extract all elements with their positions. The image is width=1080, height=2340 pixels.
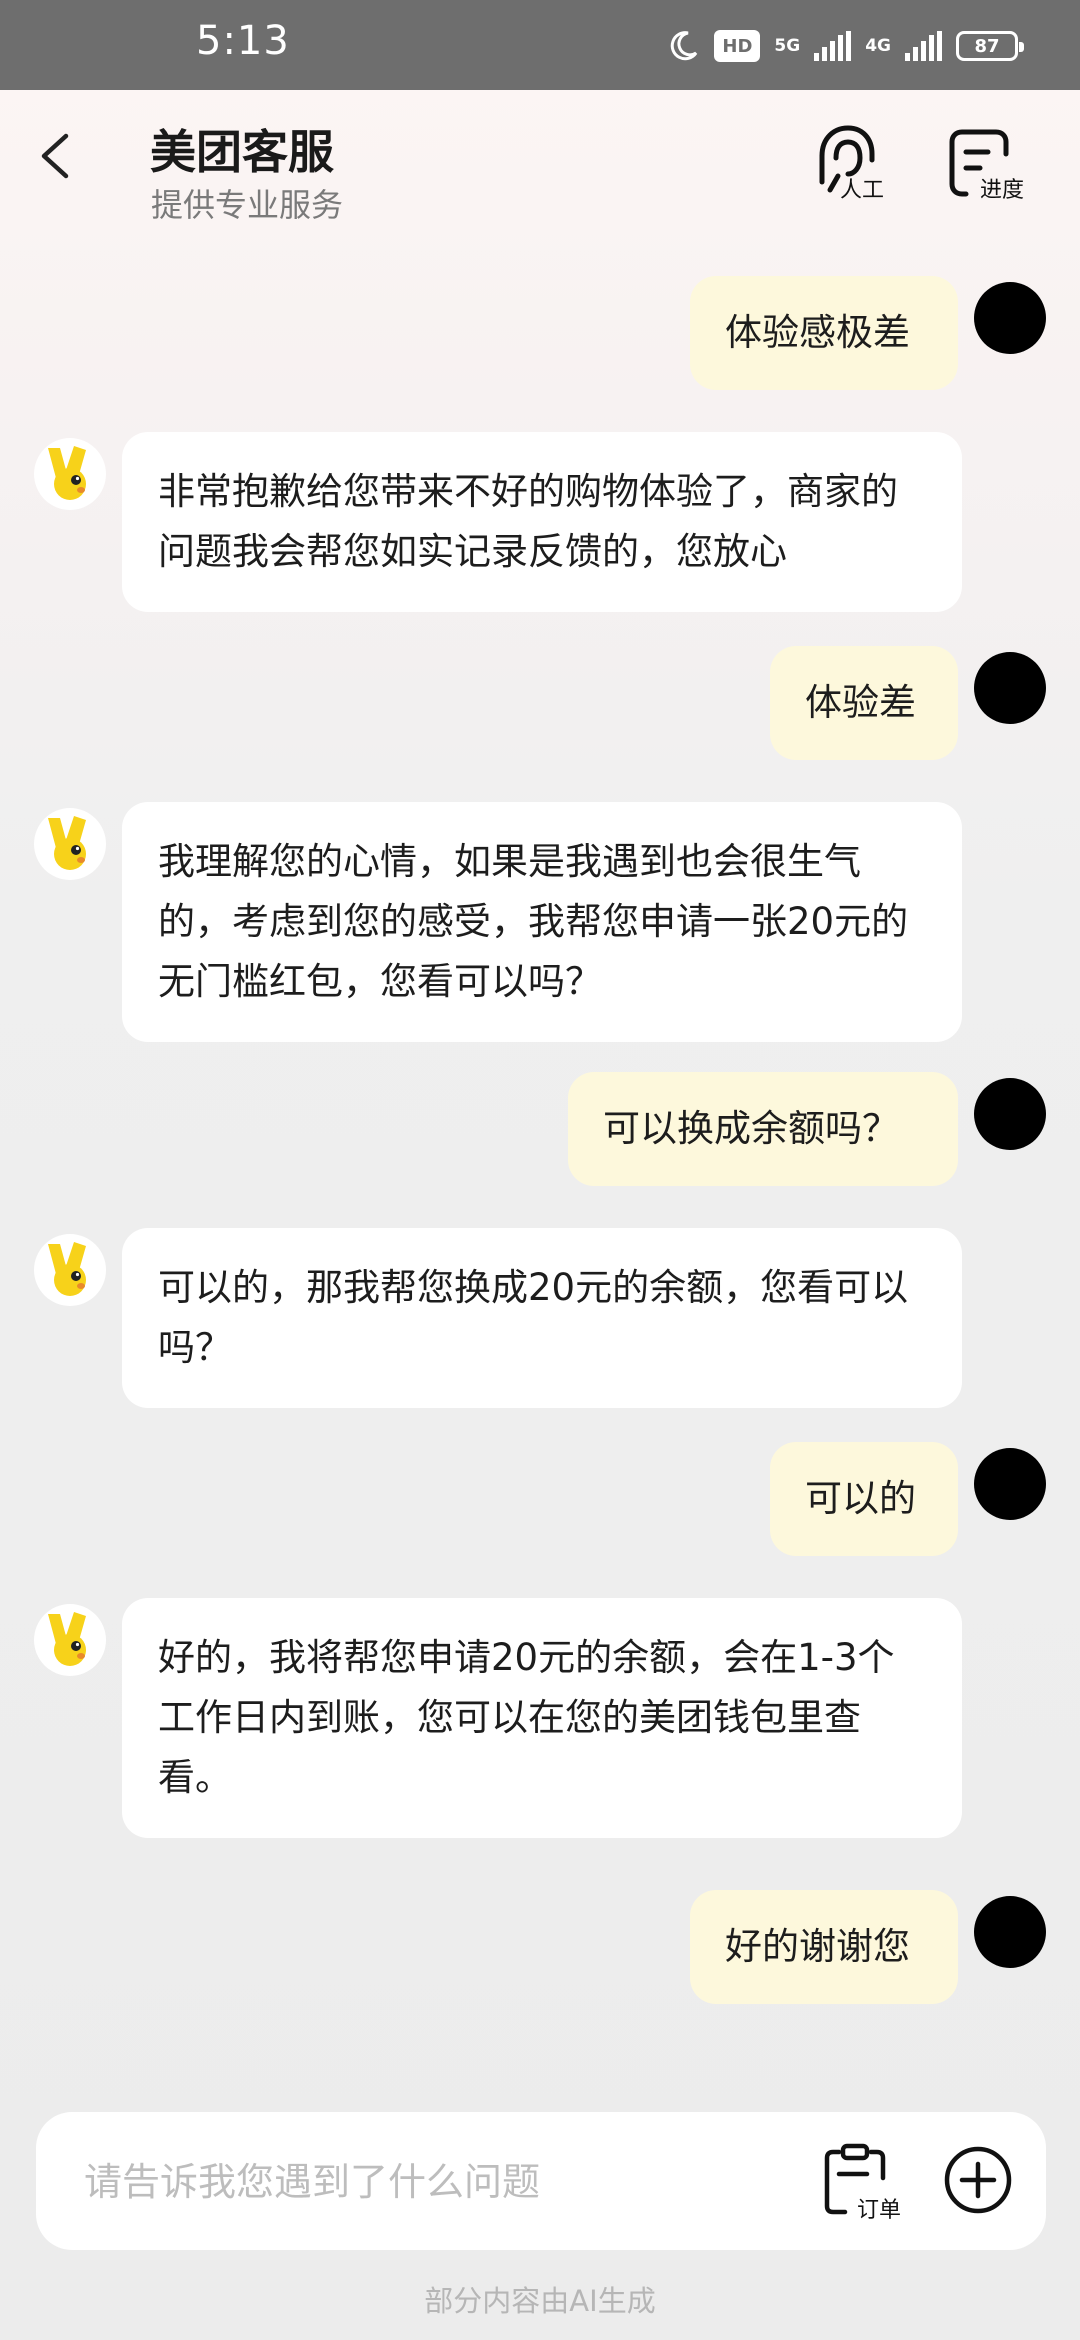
status-bar: 5:13 HD 5G 4G 87	[0, 0, 1080, 90]
user-message[interactable]: 体验差	[770, 646, 958, 760]
battery-level: 87	[974, 35, 1000, 57]
bot-avatar	[34, 438, 106, 510]
order-button[interactable]: 订单	[821, 2142, 911, 2223]
hd-badge: HD	[714, 30, 761, 62]
message-input[interactable]	[84, 2152, 784, 2212]
user-message[interactable]: 体验感极差	[690, 276, 958, 390]
page-title: 美团客服	[150, 125, 334, 179]
status-time: 5:13	[196, 18, 290, 64]
message-text: 好的，我将帮您申请20元的余额，会在1-3个工作日内到账，您可以在您的美团钱包里…	[158, 1636, 895, 1799]
bot-message[interactable]: 我理解您的心情，如果是我遇到也会很生气的，考虑到您的感受，我帮您申请一张20元的…	[122, 802, 962, 1042]
human-agent-button[interactable]: 人工	[810, 120, 910, 210]
user-avatar	[974, 1448, 1046, 1520]
bot-avatar	[34, 808, 106, 880]
mascot-bunny-icon	[48, 816, 86, 870]
message-composer: 订单	[36, 2112, 1046, 2250]
network-4g-label: 4G	[865, 35, 891, 56]
message-text: 体验感极差	[725, 311, 910, 354]
bot-avatar	[34, 1604, 106, 1676]
network-5g-label: 5G	[774, 35, 801, 56]
user-avatar	[974, 1078, 1046, 1150]
message-text: 好的谢谢您	[725, 1925, 910, 1968]
add-plus-icon[interactable]	[942, 2144, 1014, 2216]
bot-message[interactable]: 非常抱歉给您带来不好的购物体验了，商家的问题我会帮您如实记录反馈的，您放心	[122, 432, 962, 612]
message-text: 可以的，那我帮您换成20元的余额，您看可以吗？	[158, 1266, 909, 1369]
mascot-bunny-icon	[48, 1242, 86, 1296]
bot-message[interactable]: 可以的，那我帮您换成20元的余额，您看可以吗？	[122, 1228, 962, 1408]
user-avatar	[974, 282, 1046, 354]
progress-button[interactable]: 进度	[940, 120, 1040, 210]
bot-avatar	[34, 1234, 106, 1306]
user-message[interactable]: 可以的	[770, 1442, 958, 1556]
signal-4g-icon	[905, 31, 942, 61]
mascot-bunny-icon	[48, 1612, 86, 1666]
battery-icon: 87	[956, 31, 1024, 61]
moon-icon	[671, 31, 698, 61]
message-text: 可以的	[805, 1477, 916, 1520]
order-label: 订单	[857, 2198, 902, 2223]
bot-message[interactable]: 好的，我将帮您申请20元的余额，会在1-3个工作日内到账，您可以在您的美团钱包里…	[122, 1598, 962, 1838]
message-text: 我理解您的心情，如果是我遇到也会很生气的，考虑到您的感受，我帮您申请一张20元的…	[158, 840, 909, 1003]
page-subtitle: 提供专业服务	[151, 186, 344, 224]
user-message[interactable]: 好的谢谢您	[690, 1890, 958, 2004]
human-agent-label: 人工	[840, 178, 885, 203]
chat-header: 美团客服 提供专业服务 人工 进度	[0, 90, 1080, 240]
mascot-bunny-icon	[48, 446, 86, 500]
message-text: 非常抱歉给您带来不好的购物体验了，商家的问题我会帮您如实记录反馈的，您放心	[158, 470, 898, 573]
ai-disclaimer: 部分内容由AI生成	[424, 2284, 656, 2318]
user-avatar	[974, 1896, 1046, 1968]
message-text: 可以换成余额吗？	[603, 1107, 899, 1150]
back-arrow-icon[interactable]	[30, 128, 86, 184]
progress-label: 进度	[980, 178, 1025, 203]
user-message[interactable]: 可以换成余额吗？	[568, 1072, 958, 1186]
message-text: 体验差	[805, 681, 916, 724]
signal-5g-icon	[814, 31, 852, 61]
user-avatar	[974, 652, 1046, 724]
status-icons: HD 5G 4G 87	[666, 26, 1024, 66]
